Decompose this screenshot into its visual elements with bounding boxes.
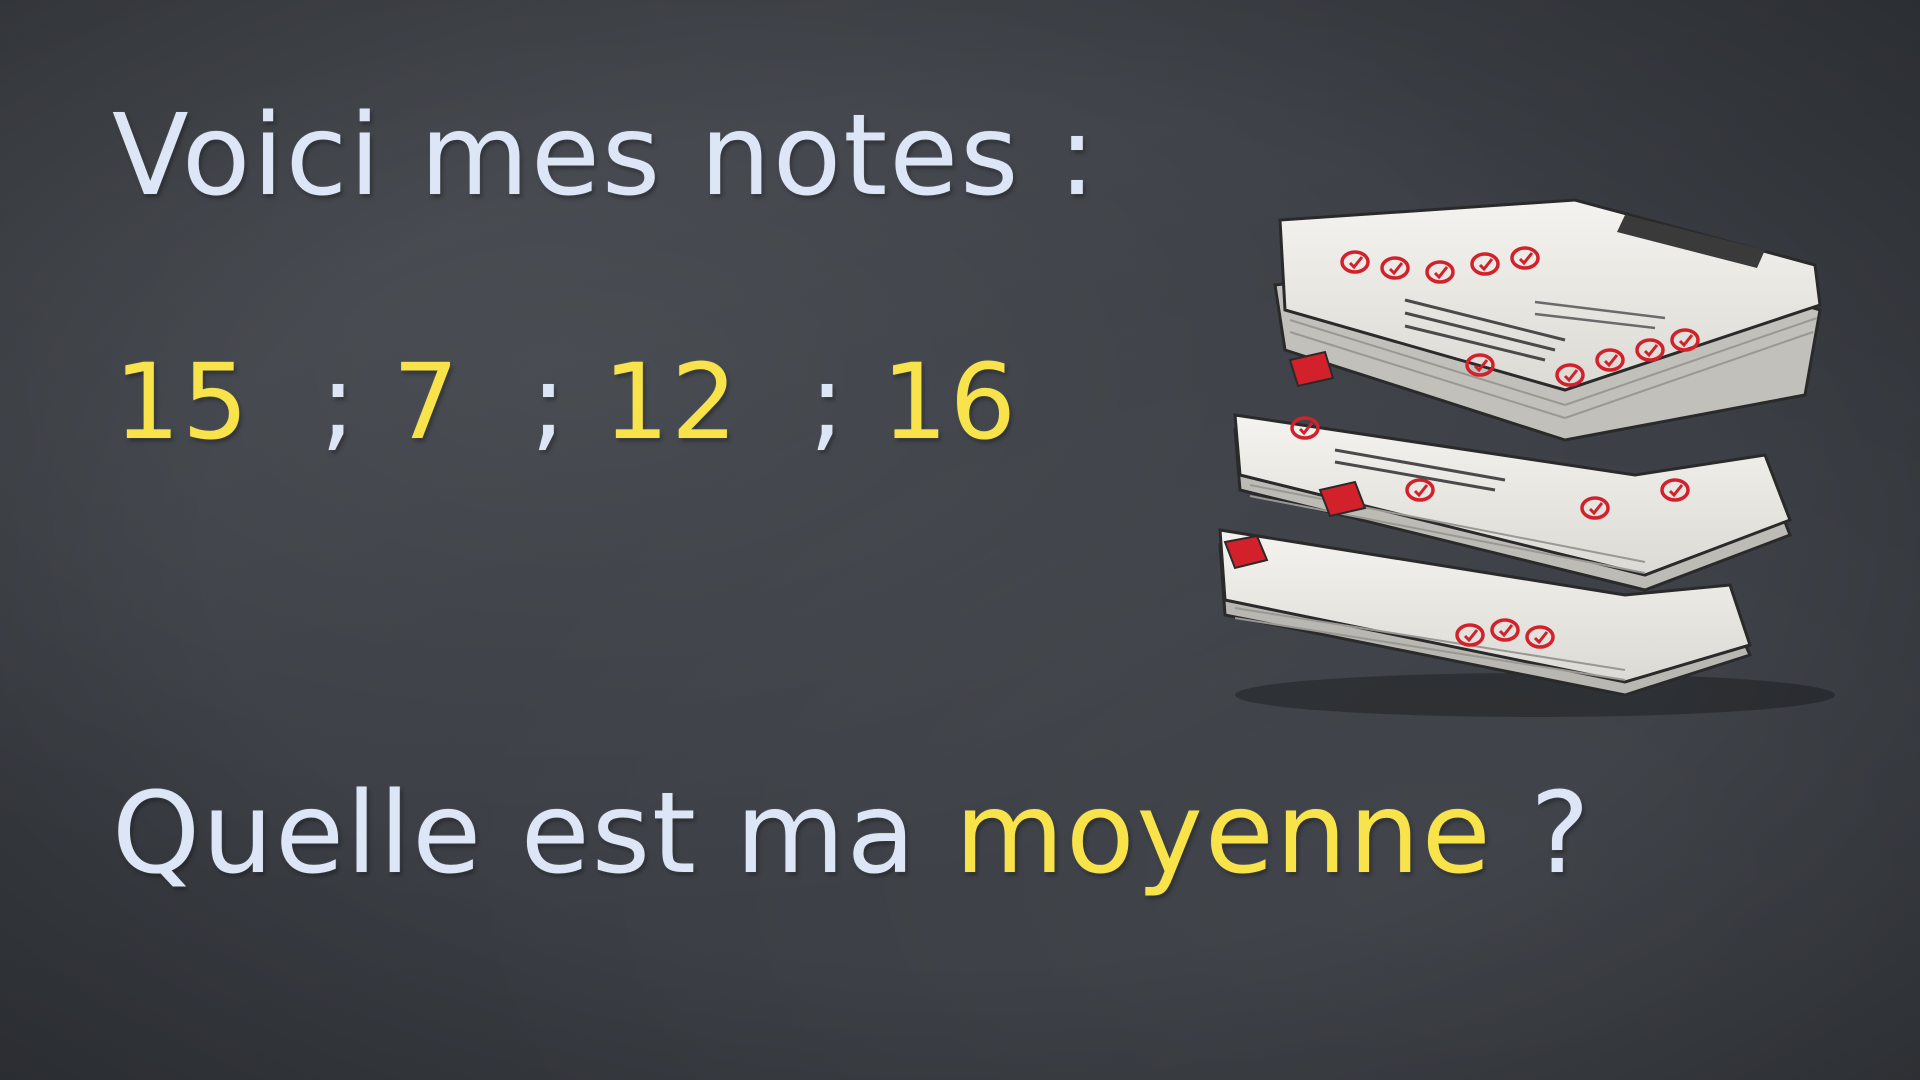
grade-3: 12 bbox=[602, 341, 740, 463]
intro-text: Voici mes notes : bbox=[112, 91, 1098, 221]
paper-stack-top bbox=[1273, 198, 1822, 442]
question-highlight: moyenne bbox=[954, 769, 1493, 899]
grade-separator: ; bbox=[530, 341, 568, 463]
grades-list: 15 ; 7 ; 12 ; 16 bbox=[114, 350, 1018, 454]
grade-2: 7 bbox=[392, 341, 461, 463]
question-suffix: ? bbox=[1492, 769, 1592, 899]
grade-4: 16 bbox=[881, 341, 1018, 463]
grade-1: 15 bbox=[114, 341, 251, 463]
grade-separator: ; bbox=[320, 341, 358, 463]
question-prefix: Quelle est ma bbox=[112, 769, 955, 899]
stack-of-graded-papers-icon bbox=[1218, 198, 1835, 717]
grade-separator: ; bbox=[809, 341, 847, 463]
question-text: Quelle est ma moyenne ? bbox=[112, 778, 1592, 890]
